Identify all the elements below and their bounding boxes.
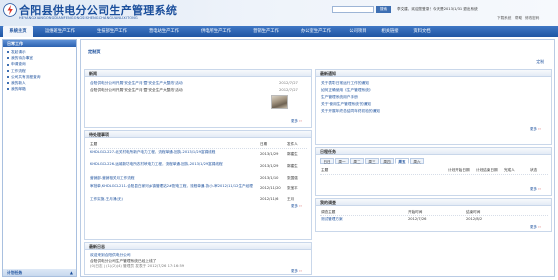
schedule-more-link[interactable]: 更多: [530, 187, 541, 192]
news-date: 2012/7/27: [279, 81, 298, 85]
search-input[interactable]: [332, 6, 374, 13]
company-logo: [3, 3, 17, 17]
main-nav: 系统主页 运维班生产工作 生技部生产工作 营电站生产工作 供电所生产工作 营销生…: [0, 26, 558, 37]
notice-item[interactable]: 关于'使用生产管理系统'的通知: [321, 102, 371, 107]
sidebar-item-mailbox[interactable]: 我的邮箱: [3, 86, 76, 92]
sidebar-bottom-label: 计划任务: [7, 270, 23, 275]
todo-panel: 待处理事项 主题 日期 发件人 KHDLGCL227-北关村电所新户电力工程，流…: [84, 130, 312, 240]
logs-title: 最新日志: [85, 243, 311, 250]
todo-title: 待处理事项: [85, 131, 311, 138]
todo-row-date: 2013/1/29: [260, 164, 279, 168]
logs-more-link[interactable]: 更多: [291, 269, 302, 274]
news-item[interactable]: 合阳供电分公司开展'安全生产月'暨'安全生产大整改'活动: [90, 81, 183, 86]
news-item[interactable]: 合阳供电分公司开展'安全生产月'暨'安全生产大整改'活动: [90, 88, 183, 93]
app-subtitle: HEYANGXIANGONGDIANFENGONGSISHENGCHANGUAN…: [19, 16, 138, 20]
chevron-up-icon[interactable]: ▲: [70, 269, 73, 276]
custom-title: 定制页: [88, 49, 101, 54]
nav-links[interactable]: 相关链接: [376, 26, 404, 37]
divider: [320, 215, 548, 216]
help-link[interactable]: 帮助: [515, 16, 522, 21]
sidebar-title: 日常工作: [3, 40, 76, 47]
todo-row-sender: 张国强: [287, 176, 298, 180]
todo-row-subject[interactable]: KHDLGCL227-北关村电所新户电力工程，流程单通-回执-2013/1/29…: [90, 150, 256, 155]
tab-day[interactable]: 日日: [320, 158, 334, 164]
survey-row-start: 2012/7/26: [408, 217, 427, 221]
logs-panel: 最新日志 欢迎来到合阳供电分公司 合阳供电分公司生产管理系统已经上线了 (0)日…: [84, 242, 312, 275]
sidebar-bottom-plan[interactable]: 计划任务 ▲: [3, 269, 76, 276]
survey-row-subject[interactable]: 测试管理方案: [321, 217, 343, 222]
nav-ops[interactable]: 运维班生产工作: [36, 26, 84, 37]
schedule-header-owner: 完成人: [504, 168, 515, 172]
notice-panel: 最新通知 关于表彰日常运行工作的通知 如何正确使用《生产管理系统》 生产管理系统…: [315, 69, 552, 145]
nav-docs[interactable]: 资料文档: [408, 26, 436, 37]
nav-projects[interactable]: 公司项目: [344, 26, 372, 37]
todo-row-date: 2012/11/20: [260, 186, 281, 190]
todo-row-sender: 王月: [287, 197, 295, 201]
todo-header-date: 日期: [260, 142, 268, 146]
app-header: 合阳县供电分公司生产管理系统 HEYANGXIANGONGDIANFENGONG…: [0, 0, 558, 26]
nav-marketing[interactable]: 营销生产工作: [244, 26, 288, 37]
todo-row-date: 2013/1/29: [260, 152, 279, 156]
todo-row-sender: 张宝平: [287, 186, 298, 190]
survey-more-link[interactable]: 更多: [530, 225, 541, 230]
tab-mon[interactable]: 周一: [335, 158, 349, 164]
tab-tue[interactable]: 周二: [350, 158, 364, 164]
survey-title: 我的调查: [316, 199, 551, 206]
log-line: 合阳供电分公司生产管理系统已经上线了: [90, 258, 157, 263]
tab-wed[interactable]: 周三: [365, 158, 379, 164]
tab-fri[interactable]: 周五: [395, 158, 409, 164]
search-button[interactable]: 搜索: [376, 6, 391, 13]
user-info: 李文建，欢迎您登录！今天是2013/1/31 退出系统: [397, 7, 478, 11]
schedule-header-start: 计划开始日期: [448, 168, 470, 172]
notice-item[interactable]: 如何正确使用《生产管理系统》: [321, 88, 373, 93]
schedule-panel: 日程任务 日日 周一 周二 周三 周四 周五 周六 主题 计划开始日期 计划结束…: [315, 147, 552, 196]
divider: [320, 174, 548, 175]
todo-row-subject[interactable]: KHDLGCL226-运城新坊电所农村峡电力工程，流程单通-回执-2013/1/…: [90, 162, 256, 167]
change-password-link[interactable]: 修改密码: [525, 16, 539, 21]
schedule-title: 日程任务: [316, 148, 551, 155]
notice-title: 最新通知: [316, 70, 551, 77]
survey-panel: 我的调查 调查主题 开始时间 结束时间 测试管理方案 2012/7/26 201…: [315, 198, 552, 232]
todo-row-subject[interactable]: 工作实施-王月涌(无): [90, 197, 123, 202]
notice-item[interactable]: 关于表彰日常运行工作的通知: [321, 81, 369, 86]
nav-home[interactable]: 系统主页: [3, 26, 33, 37]
news-more-link[interactable]: 更多: [291, 119, 302, 124]
nav-office[interactable]: 办公室生产工作: [292, 26, 340, 37]
schedule-header-status: 状态: [530, 168, 538, 172]
todo-header-subject: 主题: [90, 142, 98, 146]
news-title: 新闻: [85, 70, 311, 77]
schedule-tabs: 日日 周一 周二 周三 周四 周五 周六: [320, 158, 548, 165]
customize-link[interactable]: 定制: [536, 59, 544, 65]
todo-row-sender: 郭建生: [287, 152, 298, 156]
news-panel: 新闻 合阳供电分公司开展'安全生产月'暨'安全生产大整改'活动 2012/7/2…: [84, 69, 312, 128]
schedule-header-end: 计划结束日期: [476, 168, 498, 172]
todo-row-subject[interactable]: 审批单,KHDLGCL211-合阳县白家河乡镇管理站2#配电工程，流程单通-协小…: [90, 184, 256, 189]
schedule-header-subject: 主题: [321, 168, 329, 172]
log-line: (0)日志 | (1)(2)(4) 管理员 发表于 2012/7/26 17:1…: [90, 264, 185, 268]
download-link[interactable]: 下载系统: [497, 16, 511, 21]
nav-supply[interactable]: 供电所生产工作: [192, 26, 240, 37]
notice-more-link[interactable]: 更多: [530, 127, 541, 132]
notice-item[interactable]: 关于开展年终总结同年终初检的通知: [321, 109, 380, 114]
todo-row-date: 2012/11/6: [260, 197, 279, 201]
todo-header-sender: 发件人: [287, 142, 298, 146]
news-photo[interactable]: [271, 95, 288, 109]
notice-item[interactable]: 生产管理系统用户手册: [321, 95, 358, 100]
divider: [89, 148, 307, 149]
todo-row-subject[interactable]: 营销部-营销相关月工作流程: [90, 176, 134, 181]
custom-panel: 定制页 定制: [84, 43, 552, 67]
tab-thu[interactable]: 周四: [380, 158, 394, 164]
news-date: 2012/7/27: [279, 88, 298, 92]
nav-substation[interactable]: 营电站生产工作: [140, 26, 188, 37]
sidebar: 日常工作 发起请示 我的待办事宜 申请查询 工作流程 公司共有流程查询 我的新人…: [2, 39, 77, 277]
survey-row-end: 2012/8/2: [466, 217, 483, 221]
todo-row-sender: 郭建生: [287, 164, 298, 168]
tab-sat[interactable]: 周六: [410, 158, 424, 164]
main-content: 定制页 定制 新闻 合阳供电分公司开展'安全生产月'暨'安全生产大整改'活动 2…: [80, 39, 555, 277]
nav-tech[interactable]: 生技部生产工作: [88, 26, 136, 37]
log-line[interactable]: 欢迎来到合阳供电分公司: [90, 253, 131, 258]
todo-more-link[interactable]: 更多: [291, 204, 302, 209]
todo-row-date: 2013/1/10: [260, 176, 279, 180]
